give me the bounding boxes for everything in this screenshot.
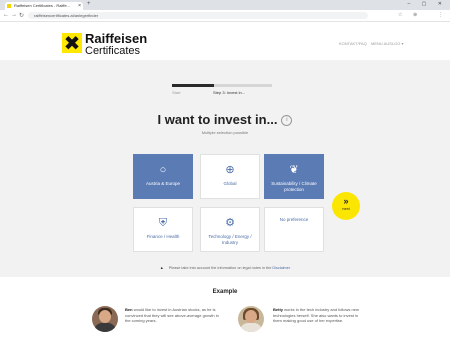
legal-notice-text: Please take into account the information…: [168, 266, 272, 270]
page-subtitle: Multiple selection possible: [201, 130, 249, 135]
avatar-body: [94, 323, 116, 332]
option-label: Finance / Health: [146, 234, 180, 239]
url-text: raiffeisencertificates.at/anlegerfinder: [34, 13, 99, 18]
next-button[interactable]: » next: [332, 192, 360, 220]
bookmark-star-icon[interactable]: ☆: [398, 12, 402, 18]
option-global[interactable]: ⊕ Global: [200, 154, 260, 199]
leaf-icon: ❦: [289, 164, 299, 176]
url-input[interactable]: raiffeisencertificates.at/anlegerfinder: [28, 12, 368, 19]
option-technology-energy[interactable]: ⚙ Technology / Energy / Industry: [200, 207, 260, 252]
browser-tab[interactable]: Raiffeisen Certificates - Raiffe... ×: [5, 2, 83, 10]
double-chevron-right-icon: »: [343, 196, 349, 206]
next-button-label: next: [342, 206, 350, 211]
circle-icon: ○: [159, 164, 167, 176]
tab-title: Raiffeisen Certificates - Raiffe...: [14, 3, 71, 8]
option-label: Sustainability / Climate protection: [271, 181, 317, 192]
progress-step-label: Step 3: Invest in...: [213, 90, 246, 95]
new-tab-button[interactable]: +: [87, 1, 91, 7]
page-title-text: I want to invest in...: [157, 112, 278, 127]
logo-wordmark-line2[interactable]: Certificates: [85, 45, 140, 57]
address-bar: ← → ↻ raiffeisencertificates.at/anlegerf…: [0, 10, 450, 22]
contact-link[interactable]: KONTAKT/FAQ: [339, 41, 367, 46]
option-label: Technology / Energy / Industry: [208, 234, 252, 245]
extension-icon[interactable]: ⊕: [413, 12, 417, 18]
shield-icon: ⛨: [158, 217, 168, 229]
progress-bar: [172, 84, 272, 87]
option-label: Austria & Europe: [145, 181, 181, 186]
avatar-head: [99, 310, 111, 323]
option-label: Global: [223, 181, 237, 186]
browser-window: Raiffeisen Certificates - Raiffe... × + …: [0, 0, 450, 338]
progress-start-label: Start: [172, 90, 181, 95]
person-text: would like to invest in Austrian stocks,…: [125, 307, 219, 323]
logo-wordmark-line1[interactable]: Raiffeisen: [85, 31, 147, 46]
example-betty: Betty works in the tech industry and fol…: [273, 307, 368, 324]
avatar-betty: [238, 306, 264, 332]
disclaimer-link[interactable]: Disclaimer: [272, 266, 290, 270]
raiffeisen-logo-icon[interactable]: ✖: [62, 33, 82, 53]
favicon-icon: [7, 4, 11, 8]
option-austria-europe[interactable]: ○ Austria & Europe: [133, 154, 193, 199]
forward-icon[interactable]: →: [11, 12, 17, 18]
example-ben: Ben would like to invest in Austrian sto…: [125, 307, 220, 324]
warning-icon: ▲: [159, 266, 164, 270]
page-title: I want to invest in... i: [0, 112, 450, 127]
option-finance-health[interactable]: ⛨ Finance / Health: [133, 207, 193, 252]
progress-fill: [172, 84, 214, 87]
legal-notice: ▲ Please take into account the informati…: [0, 266, 450, 270]
avatar-ben: [92, 306, 118, 332]
menu-link[interactable]: MENU AUSLOG ▾: [371, 41, 403, 46]
option-label: No preference: [279, 217, 309, 222]
globe-icon: ⊕: [225, 164, 235, 176]
reload-icon[interactable]: ↻: [19, 12, 24, 19]
window-controls[interactable]: – ▢ ✕: [408, 1, 447, 7]
tab-close-icon[interactable]: ×: [78, 2, 81, 10]
back-icon[interactable]: ←: [3, 12, 9, 18]
person-name: Ben: [125, 307, 133, 312]
info-icon[interactable]: i: [281, 115, 293, 127]
browser-menu-icon[interactable]: ⋮: [438, 12, 443, 18]
tab-bar: Raiffeisen Certificates - Raiffe... × + …: [0, 0, 450, 10]
option-sustainability[interactable]: ❦ Sustainability / Climate protection: [264, 154, 324, 199]
avatar-body: [240, 323, 262, 332]
person-text: works in the tech industry and follows n…: [273, 307, 359, 323]
gear-icon: ⚙: [225, 217, 235, 229]
person-name: Betty: [273, 307, 284, 312]
option-no-preference[interactable]: No preference: [264, 207, 324, 252]
avatar-head: [245, 310, 257, 323]
example-heading: Example: [212, 289, 238, 295]
